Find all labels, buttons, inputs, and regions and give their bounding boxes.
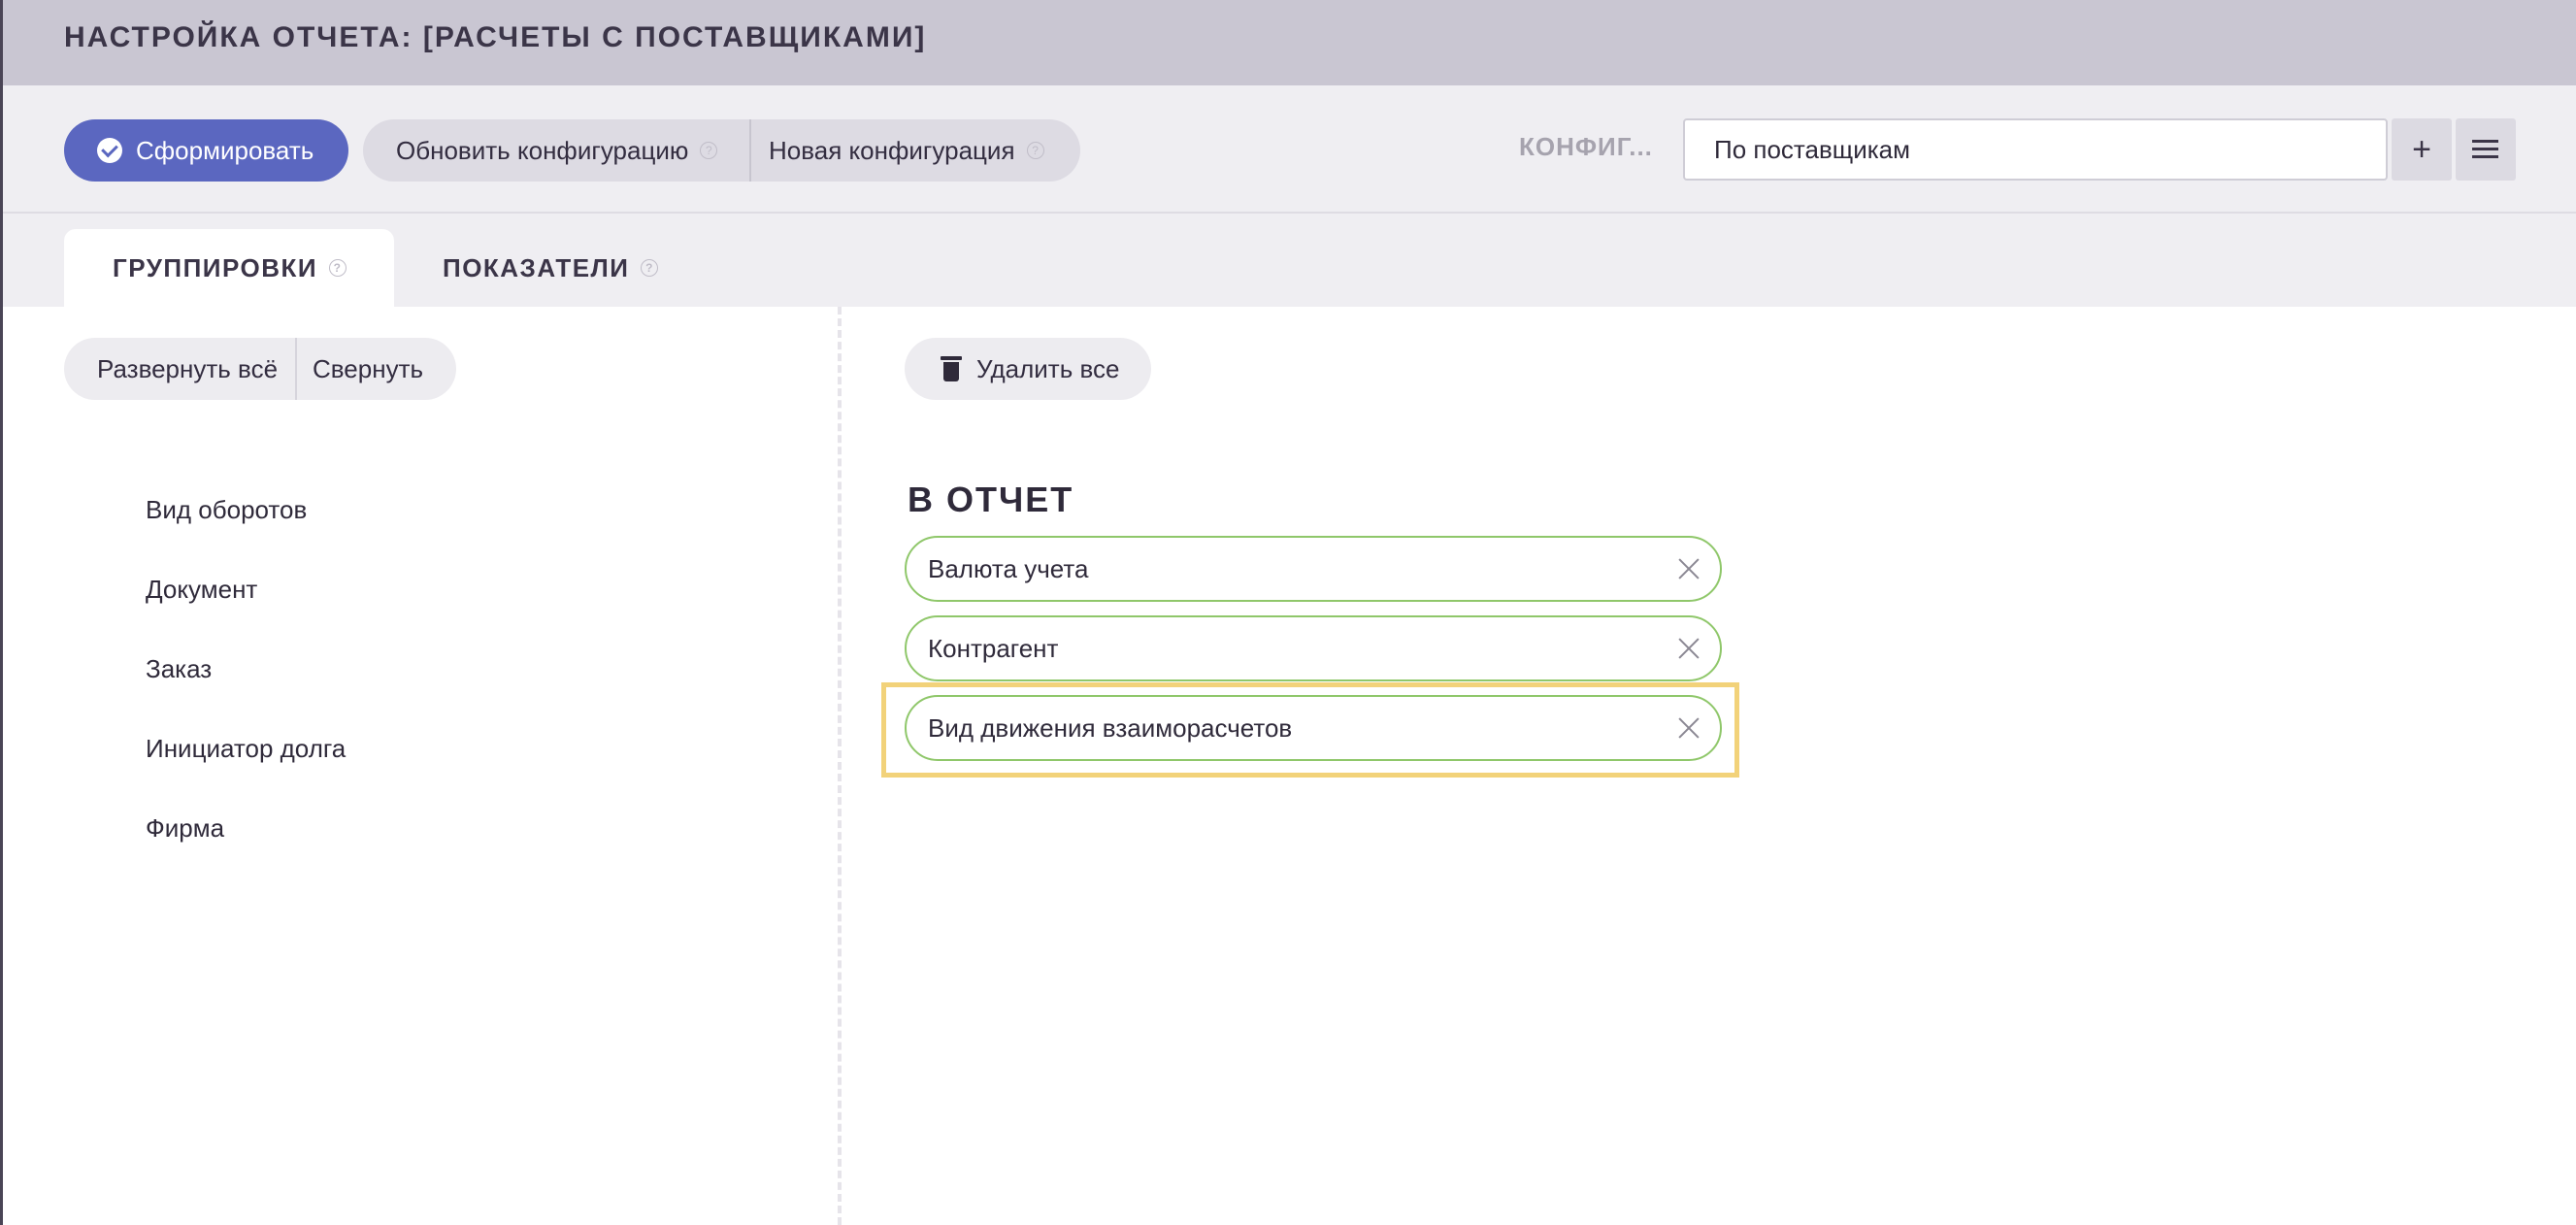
list-item[interactable]: Инициатор долга [146,709,346,788]
trash-icon [941,356,962,381]
update-config-label: Обновить конфигурацию [396,135,689,165]
delete-all-button[interactable]: Удалить все [905,338,1151,400]
section-title: В ОТЧЕТ [908,480,1074,519]
config-select[interactable]: По поставщикам [1683,118,2388,181]
report-settings-window: НАСТРОЙКА ОТЧЕТА: [РАСЧЕТЫ С ПОСТАВЩИКАМ… [3,0,2576,1225]
config-label: КОНФИГ... [1519,132,1653,161]
tab-indicators-label: ПОКАЗАТЕЛИ [443,252,630,282]
config-actions-group: Обновить конфигурацию ? Новая конфигурац… [363,119,1080,182]
selected-field-chip[interactable]: Валюта учета [905,536,1722,602]
close-icon[interactable] [1677,637,1701,660]
tab-bar: ГРУППИРОВКИ ? ПОКАЗАТЕЛИ ? [3,214,2576,307]
collapse-button[interactable]: Свернуть [295,338,456,400]
list-icon [2472,140,2498,159]
list-item[interactable]: Вид оборотов [146,470,346,549]
check-circle-icon [97,138,122,163]
generate-button[interactable]: Сформировать [64,119,348,182]
tab-groupings[interactable]: ГРУППИРОВКИ ? [64,229,394,307]
expand-collapse-group: Развернуть всё Свернуть [64,338,456,400]
question-circle-icon[interactable]: ? [641,259,659,277]
delete-all-label: Удалить все [976,353,1120,383]
chip-label: Валюта учета [928,553,1089,583]
question-circle-icon[interactable]: ? [1026,142,1044,159]
new-config-button[interactable]: Новая конфигурация ? [749,119,1080,182]
list-item[interactable]: Документ [146,549,346,629]
plus-icon: + [2412,131,2431,168]
new-config-label: Новая конфигурация [769,135,1015,165]
add-config-button[interactable]: + [2392,118,2452,181]
expand-all-button[interactable]: Развернуть всё [64,338,295,400]
selected-field-chip[interactable]: Вид движения взаиморасчетов [905,695,1722,761]
selected-fields-list: Валюта учета Контрагент Вид движения вза… [905,536,1722,775]
question-circle-icon[interactable]: ? [329,259,347,277]
close-icon[interactable] [1677,716,1701,740]
tab-groupings-label: ГРУППИРОВКИ [113,252,318,282]
list-item[interactable]: Заказ [146,629,346,709]
close-icon[interactable] [1677,557,1701,580]
list-item[interactable]: Фирма [146,788,346,868]
toolbar: Сформировать Обновить конфигурацию ? Нов… [3,85,2576,214]
generate-button-label: Сформировать [136,135,314,165]
question-circle-icon[interactable]: ? [700,142,718,159]
update-config-button[interactable]: Обновить конфигурацию ? [363,119,749,182]
chip-label: Контрагент [928,633,1059,663]
page-title: НАСТРОЙКА ОТЧЕТА: [РАСЧЕТЫ С ПОСТАВЩИКАМ… [64,21,927,53]
available-fields-list: Вид оборотов Документ Заказ Инициатор до… [146,470,346,868]
tab-content: Развернуть всё Свернуть Вид оборотов Док… [3,307,2576,1225]
tab-indicators[interactable]: ПОКАЗАТЕЛИ ? [443,229,659,307]
title-bar: НАСТРОЙКА ОТЧЕТА: [РАСЧЕТЫ С ПОСТАВЩИКАМ… [3,0,2576,85]
panel-divider [838,307,842,1225]
config-list-button[interactable] [2456,118,2516,181]
selected-field-chip[interactable]: Контрагент [905,615,1722,681]
chip-label: Вид движения взаиморасчетов [928,712,1293,743]
